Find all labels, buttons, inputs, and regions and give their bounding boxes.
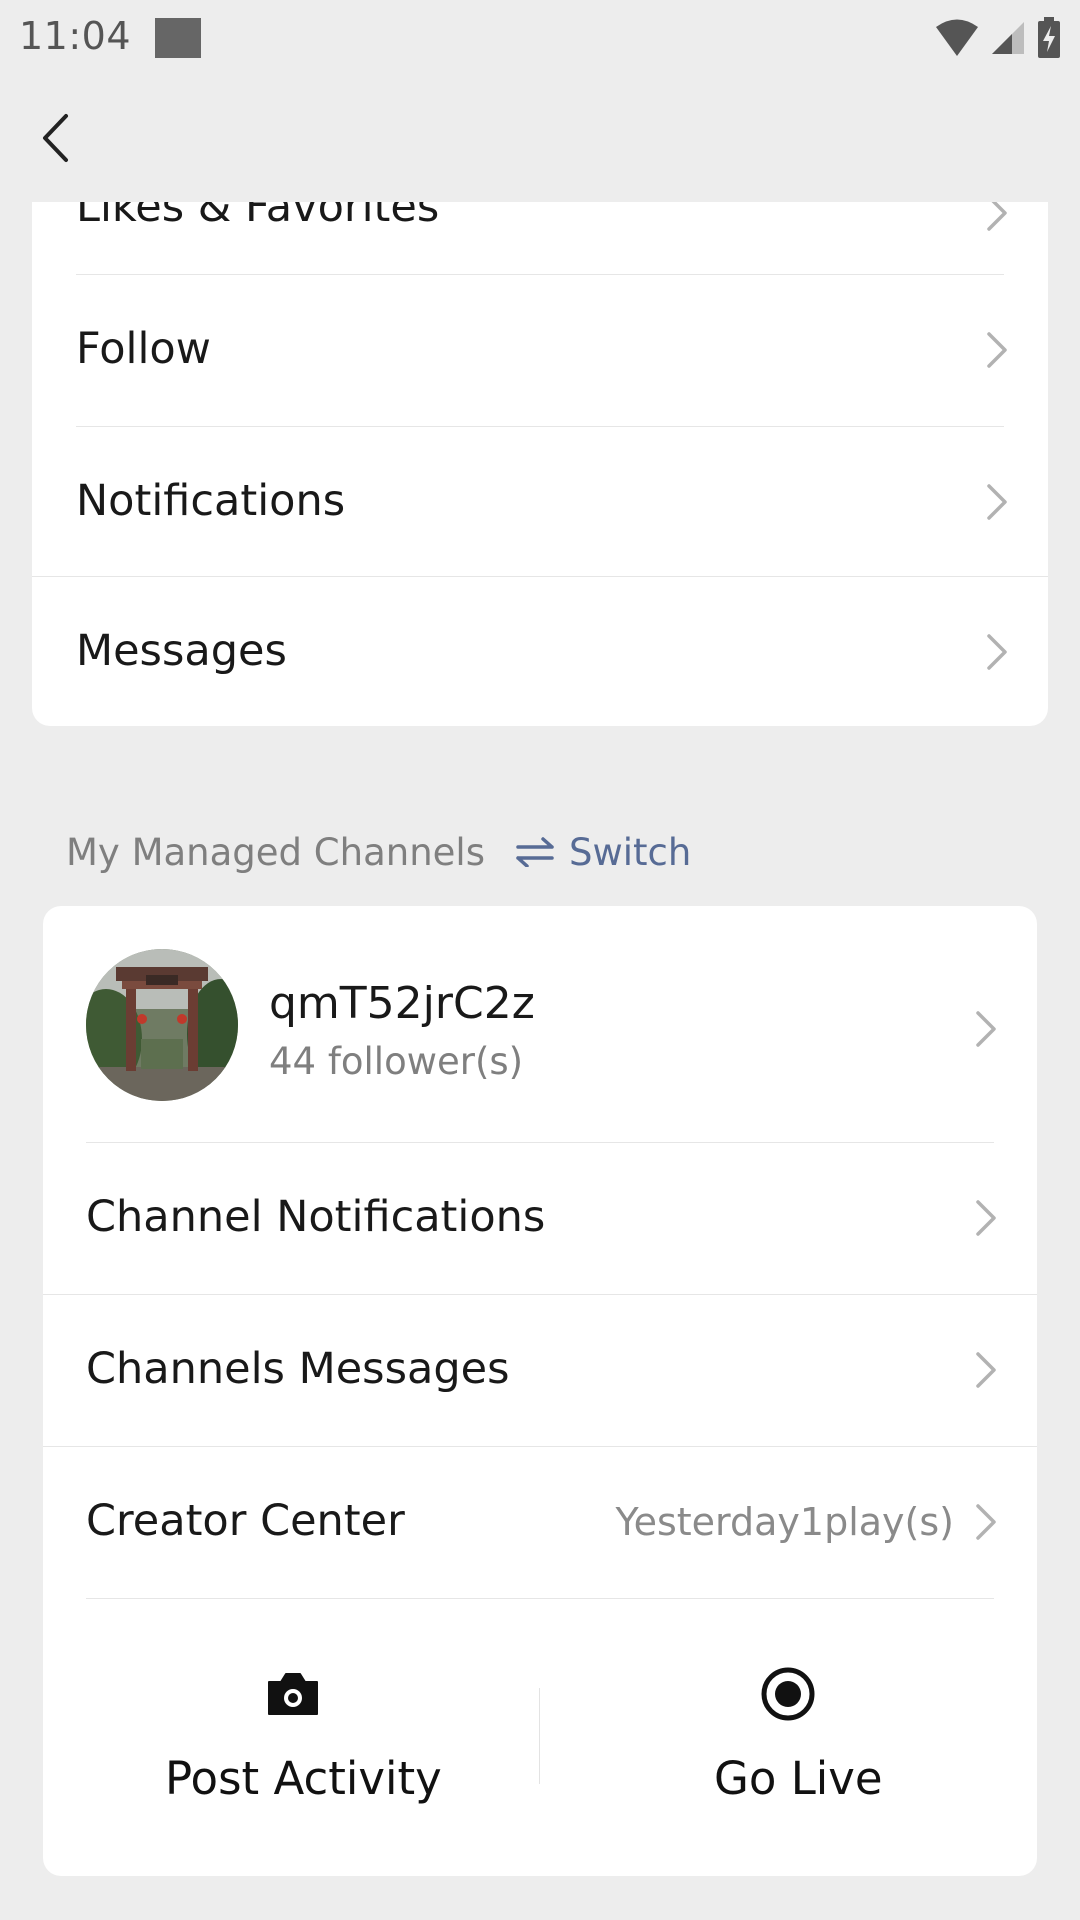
screen: 11:04 Likes & Favorites Follow Notificat… (0, 0, 1080, 1920)
status-time: 11:04 (19, 14, 132, 58)
channel-profile-row[interactable]: qmT52jrC2z 44 follower(s) (43, 906, 1037, 1142)
channel-name: qmT52jrC2z (269, 978, 535, 1029)
row-label: Channel Notifications (86, 1192, 546, 1242)
chevron-right-icon (982, 627, 1012, 677)
camera-icon (268, 1673, 318, 1715)
menu-card: Likes & Favorites Follow Notifications M… (32, 202, 1048, 726)
channel-followers: 44 follower(s) (269, 1040, 524, 1083)
managed-channels-header: My Managed Channels Switch (66, 822, 691, 882)
section-title: My Managed Channels (66, 830, 485, 874)
menu-item-label: Follow (76, 324, 211, 374)
creator-center-row[interactable]: Creator Center Yesterday1play(s) (43, 1447, 1037, 1598)
menu-item-label: Messages (76, 626, 287, 676)
divider (86, 1598, 994, 1599)
menu-item-messages[interactable]: Messages (32, 577, 1048, 726)
menu-item-likes-favorites[interactable]: Likes & Favorites (32, 202, 1048, 276)
chevron-right-icon (982, 325, 1012, 375)
back-button[interactable] (30, 108, 80, 168)
notification-icon (155, 18, 201, 58)
swap-arrows-icon (516, 837, 554, 867)
action-divider (539, 1688, 540, 1784)
menu-item-label: Likes & Favorites (76, 202, 440, 232)
post-activity-label: Post Activity (165, 1752, 442, 1805)
row-label: Channels Messages (86, 1344, 510, 1394)
channels-messages-row[interactable]: Channels Messages (43, 1295, 1037, 1446)
chevron-right-icon (971, 1497, 1001, 1547)
chevron-right-icon (982, 477, 1012, 527)
switch-link[interactable]: Switch (515, 831, 691, 874)
avatar (86, 949, 238, 1101)
menu-item-notifications[interactable]: Notifications (32, 427, 1048, 578)
row-label: Creator Center (86, 1496, 405, 1546)
menu-item-label: Notifications (76, 476, 346, 526)
channel-notifications-row[interactable]: Channel Notifications (43, 1143, 1037, 1294)
chevron-right-icon (971, 1193, 1001, 1243)
post-activity-button[interactable]: Post Activity (43, 1640, 537, 1850)
battery-charging-icon (1038, 17, 1060, 58)
status-icons (934, 17, 1062, 58)
cellular-signal-icon (992, 22, 1024, 54)
go-live-label: Go Live (714, 1752, 883, 1805)
status-bar: 11:04 (0, 0, 1080, 78)
creator-center-stats: Yesterday1play(s) (615, 1500, 954, 1544)
nav-bar (0, 78, 1080, 202)
record-icon (761, 1667, 815, 1721)
chevron-left-icon (43, 114, 68, 162)
go-live-button[interactable]: Go Live (541, 1640, 1035, 1850)
switch-label: Switch (568, 830, 692, 874)
chevron-right-icon (982, 202, 1012, 238)
chevron-right-icon (971, 1004, 1001, 1054)
wifi-icon (936, 19, 978, 56)
chevron-right-icon (971, 1345, 1001, 1395)
menu-item-follow[interactable]: Follow (32, 275, 1048, 426)
